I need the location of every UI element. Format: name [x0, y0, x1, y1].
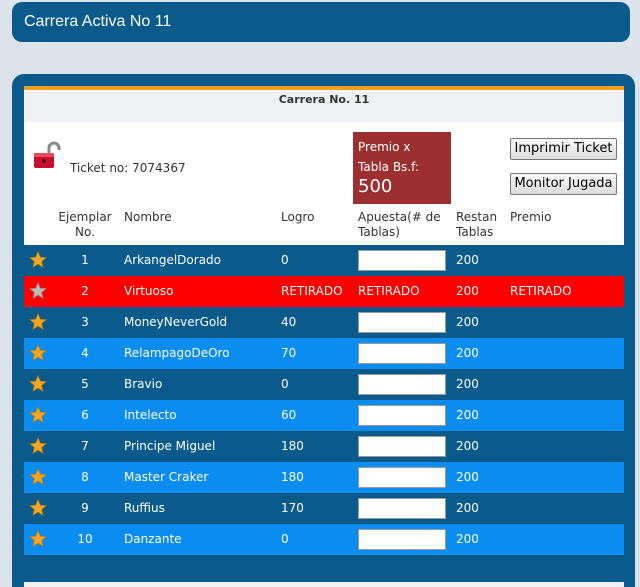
- star-icon[interactable]: [29, 375, 47, 393]
- runner-name: Master Craker: [124, 470, 209, 484]
- page-header: Carrera Activa No 11: [12, 2, 630, 42]
- runner-name: Bravio: [124, 377, 163, 391]
- star-icon[interactable]: [29, 251, 47, 269]
- runner-number: 6: [81, 408, 89, 422]
- star-icon[interactable]: [29, 406, 47, 424]
- panel-bottom-edge: [24, 582, 624, 587]
- table-row: 1 ArkangelDorado 0 200: [24, 245, 624, 276]
- runner-odds: 0: [281, 377, 289, 391]
- runner-number: 4: [81, 346, 89, 360]
- star-icon[interactable]: [29, 499, 47, 517]
- runner-odds: 40: [281, 315, 297, 329]
- runner-name: Ruffius: [124, 501, 165, 515]
- bet-boards-input[interactable]: [358, 405, 446, 426]
- runner-name: MoneyNeverGold: [124, 315, 228, 329]
- remaining-boards: 200: [456, 346, 479, 360]
- bet-status: RETIRADO: [358, 284, 420, 298]
- bet-boards-input[interactable]: [358, 250, 446, 271]
- runner-number: 8: [81, 470, 89, 484]
- remaining-boards: 200: [456, 470, 479, 484]
- runner-name: ArkangelDorado: [124, 253, 222, 267]
- page-title: Carrera Activa No 11: [24, 13, 172, 30]
- runner-odds: 180: [281, 470, 304, 484]
- monitor-bet-button[interactable]: Monitor Jugada: [510, 173, 617, 195]
- star-icon[interactable]: [29, 344, 47, 362]
- bet-boards-input[interactable]: [358, 498, 446, 519]
- column-header-apuesta: Apuesta(# de Tablas): [358, 210, 441, 239]
- remaining-boards: 200: [456, 315, 479, 329]
- remaining-boards: 200: [456, 501, 479, 515]
- bet-boards-input[interactable]: [358, 374, 446, 395]
- runner-prize: RETIRADO: [510, 284, 572, 298]
- runner-number: 3: [81, 315, 89, 329]
- column-header-premio: Premio: [510, 210, 552, 224]
- prize-amount: 500: [358, 176, 393, 197]
- bet-boards-input[interactable]: [358, 529, 446, 550]
- star-icon[interactable]: [29, 282, 47, 300]
- column-header-logro: Logro: [281, 210, 315, 224]
- runner-odds: RETIRADO: [281, 284, 343, 298]
- star-icon[interactable]: [29, 437, 47, 455]
- table-row: 6 Intelecto 60 200: [24, 400, 624, 431]
- runner-odds: 0: [281, 253, 289, 267]
- bet-boards-input[interactable]: [358, 312, 446, 333]
- table-row: 4 RelampagoDeOro 70 200: [24, 338, 624, 369]
- table-row: 2 Virtuoso RETIRADO RETIRADO 200 RETIRADO: [24, 276, 624, 307]
- runner-odds: 170: [281, 501, 304, 515]
- column-header-restan: Restan Tablas: [456, 210, 498, 239]
- remaining-boards: 200: [456, 377, 479, 391]
- column-header-nombre: Nombre: [124, 210, 172, 224]
- runner-number: 9: [81, 501, 89, 515]
- star-icon[interactable]: [29, 468, 47, 486]
- unlocked-padlock-icon: [34, 141, 61, 168]
- table-row: 5 Bravio 0 200: [24, 369, 624, 400]
- runner-odds: 60: [281, 408, 297, 422]
- runner-number: 2: [81, 284, 89, 298]
- runner-number: 1: [81, 253, 89, 267]
- runner-odds: 180: [281, 439, 304, 453]
- table-row: 3 MoneyNeverGold 40 200: [24, 307, 624, 338]
- star-icon[interactable]: [29, 313, 47, 331]
- race-title: Carrera No. 11: [24, 92, 624, 122]
- table-row: 7 Principe Miguel 180 200: [24, 431, 624, 462]
- runner-name: Intelecto: [124, 408, 177, 422]
- table-row: 9 Ruffius 170 200: [24, 493, 624, 524]
- runner-name: Virtuoso: [124, 284, 174, 298]
- bet-boards-input[interactable]: [358, 467, 446, 488]
- accent-line: [24, 86, 624, 90]
- print-ticket-button[interactable]: Imprimir Ticket: [510, 138, 617, 160]
- remaining-boards: 200: [456, 532, 479, 546]
- prize-per-board-box: Premio x Tabla Bs.f: 500: [353, 132, 451, 204]
- bet-boards-input[interactable]: [358, 343, 446, 364]
- runner-number: 5: [81, 377, 89, 391]
- star-icon[interactable]: [29, 530, 47, 548]
- remaining-boards: 200: [456, 253, 479, 267]
- column-header-ejemplar: Ejemplar No.: [58, 210, 112, 239]
- runner-name: RelampagoDeOro: [124, 346, 230, 360]
- remaining-boards: 200: [456, 439, 479, 453]
- ticket-number: Ticket no: 7074367: [70, 161, 186, 175]
- runner-name: Principe Miguel: [124, 439, 216, 453]
- runner-odds: 70: [281, 346, 297, 360]
- runner-odds: 0: [281, 532, 289, 546]
- runner-number: 7: [81, 439, 89, 453]
- bet-boards-input[interactable]: [358, 436, 446, 457]
- runner-name: Danzante: [124, 532, 182, 546]
- table-row: 8 Master Craker 180 200: [24, 462, 624, 493]
- runner-number: 10: [77, 532, 93, 546]
- remaining-boards: 200: [456, 408, 479, 422]
- table-row: 10 Danzante 0 200: [24, 524, 624, 555]
- remaining-boards: 200: [456, 284, 479, 298]
